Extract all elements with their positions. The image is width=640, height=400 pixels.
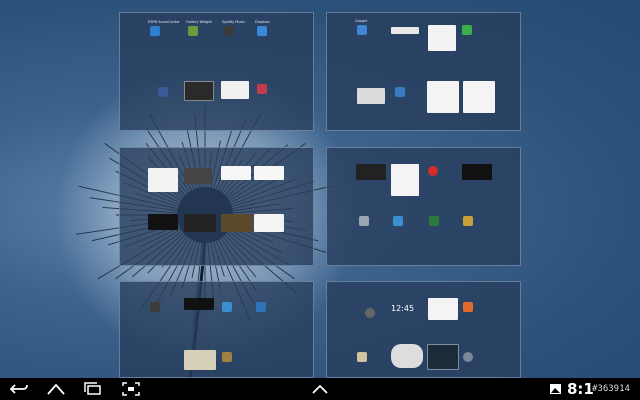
- app-icon: [357, 352, 367, 362]
- system-navigation-bar: 8:1 #363914: [0, 378, 640, 400]
- hangouts-icon: [462, 25, 472, 35]
- dropbox-icon: [257, 26, 267, 36]
- home-page-panel-3[interactable]: [119, 147, 314, 266]
- calendar-widget[interactable]: [221, 81, 249, 99]
- home-page-panel-5[interactable]: [119, 281, 314, 378]
- back-icon[interactable]: [8, 381, 30, 397]
- up-arrow-icon[interactable]: [309, 381, 331, 397]
- analog-clock-widget[interactable]: [391, 344, 423, 368]
- wallpaper: [0, 0, 640, 378]
- google-widget[interactable]: [221, 166, 251, 180]
- photo-widget[interactable]: [184, 168, 212, 184]
- app-icon: [222, 352, 232, 362]
- green-app-icon: [429, 216, 439, 226]
- spotify-icon: [224, 26, 234, 36]
- google-search-widget[interactable]: [391, 27, 419, 34]
- alarm-icon: [365, 308, 375, 318]
- gear-icon: [463, 352, 473, 362]
- calendar-widget[interactable]: [254, 214, 284, 232]
- recent-apps-icon[interactable]: [82, 381, 104, 397]
- status-time: 8:1: [567, 380, 594, 398]
- blue-app-icon: [222, 302, 232, 312]
- photo-widget[interactable]: [254, 166, 284, 180]
- facebook-icon: [158, 87, 168, 97]
- google-icon: [357, 25, 367, 35]
- inbox-widget[interactable]: [463, 81, 495, 113]
- gmail-widget[interactable]: [428, 25, 456, 51]
- widget-label: Gallery Widget: [186, 20, 212, 24]
- blue-app-icon: [395, 87, 405, 97]
- orange-app-icon: [463, 302, 473, 312]
- notes-widget[interactable]: [428, 298, 458, 320]
- screenshot-icon[interactable]: [120, 381, 142, 397]
- calendar-widget[interactable]: [148, 168, 178, 192]
- news-widget[interactable]: [391, 164, 419, 196]
- widget-label: Spotify Music: [222, 20, 246, 24]
- photos-widget[interactable]: [184, 214, 216, 232]
- photo-stack-widget[interactable]: [184, 350, 216, 370]
- digital-clock-widget[interactable]: 12:45: [391, 296, 421, 316]
- home-page-panel-2[interactable]: Google: [326, 12, 521, 131]
- photo-widget[interactable]: [184, 81, 214, 101]
- notes-widget[interactable]: [427, 344, 459, 370]
- gallery-widget[interactable]: [221, 214, 253, 232]
- gallery-icon: [188, 26, 198, 36]
- espn-icon: [150, 26, 160, 36]
- clock-time: 12:45: [391, 304, 415, 313]
- widget-label: ESPN ScoreCenter: [148, 20, 180, 24]
- gray-app-icon: [359, 216, 369, 226]
- home-page-panel-6[interactable]: 12:45: [326, 281, 521, 378]
- media-widget[interactable]: [148, 214, 178, 230]
- home-page-panel-1[interactable]: ESPN ScoreCenter Gallery Widget Spotify …: [119, 12, 314, 131]
- widget-label: Dropbox: [255, 20, 270, 24]
- clock-widget[interactable]: [184, 298, 214, 310]
- youtube-icon: [428, 166, 438, 176]
- overlay-tag: #363914: [592, 384, 630, 394]
- home-page-panel-4[interactable]: [326, 147, 521, 266]
- dandelion-wallpaper-graphic: [55, 65, 355, 378]
- red-app-icon: [257, 84, 267, 94]
- blue-app-icon: [393, 216, 403, 226]
- widget-label: Google: [355, 19, 368, 23]
- home-icon[interactable]: [45, 381, 67, 397]
- email-widget[interactable]: [427, 81, 459, 113]
- yellow-app-icon: [463, 216, 473, 226]
- play-music-widget[interactable]: [462, 164, 492, 180]
- blue-app-icon: [256, 302, 266, 312]
- gallery-notification-icon[interactable]: [549, 381, 563, 397]
- music-widget[interactable]: [356, 164, 386, 180]
- news-widget[interactable]: [357, 88, 385, 104]
- dark-app-icon: [150, 302, 160, 312]
